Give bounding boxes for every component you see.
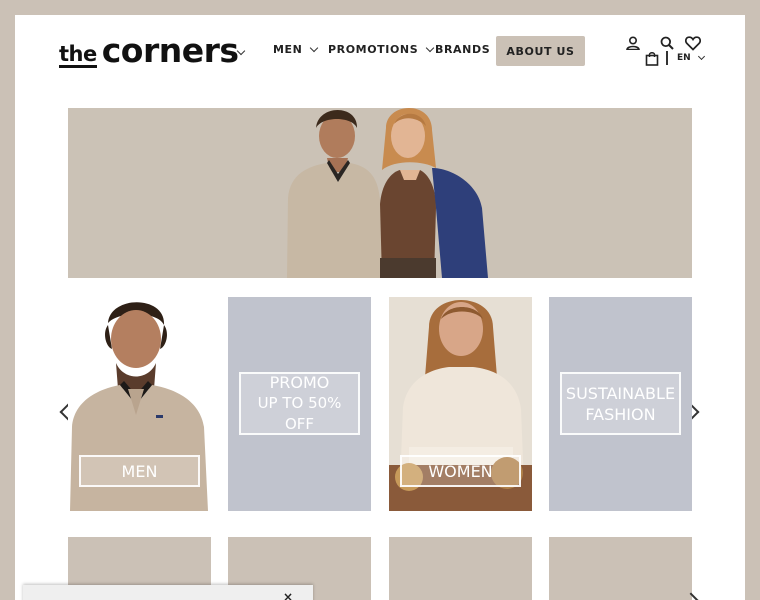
nav-brands[interactable]: BRANDS <box>435 43 490 56</box>
category-tile-women[interactable]: WOMEN <box>389 297 532 511</box>
site-logo[interactable]: the corners <box>59 31 239 71</box>
nav-men[interactable]: MEN <box>273 43 319 56</box>
category-label-sustainable: SUSTAINABLE FASHION <box>560 372 681 435</box>
category-tile-sustainable[interactable]: SUSTAINABLE FASHION <box>549 297 692 511</box>
category-label-women: WOMEN <box>400 455 521 487</box>
chevron-down-icon <box>310 43 319 52</box>
brand-tile[interactable] <box>549 537 692 600</box>
category-tile-men[interactable]: MEN <box>68 297 211 511</box>
about-us-label: ABOUT US <box>506 44 575 58</box>
chevron-down-icon <box>426 43 435 52</box>
category-tile-promo[interactable]: PROMO UP TO 50% OFF <box>228 297 371 511</box>
user-icon[interactable] <box>626 36 640 50</box>
logo-corners: corners <box>101 31 239 70</box>
shopping-bag-icon[interactable] <box>645 51 659 66</box>
category-label-men: MEN <box>79 455 200 487</box>
nav-promotions-label: PROMOTIONS <box>328 43 419 56</box>
search-icon[interactable] <box>660 36 674 50</box>
nav-promotions[interactable]: PROMOTIONS <box>328 43 435 56</box>
chevron-down-icon <box>697 52 705 60</box>
language-selector[interactable]: EN <box>677 52 705 63</box>
language-selected: EN <box>677 53 691 63</box>
brand-tile[interactable] <box>389 537 532 600</box>
logo-the: the <box>59 42 97 68</box>
page-container: the corners MEN PROMOTIONS BRANDS ABOUT … <box>15 15 745 600</box>
hero-banner[interactable] <box>68 108 692 278</box>
close-icon[interactable]: × <box>283 590 293 600</box>
nav-men-label: MEN <box>273 43 303 56</box>
category-label-promo: PROMO UP TO 50% OFF <box>239 372 360 435</box>
about-us-button[interactable]: ABOUT US <box>496 36 585 66</box>
heart-icon[interactable] <box>685 36 701 51</box>
cookie-banner <box>23 585 313 600</box>
nav-brands-label: BRANDS <box>435 43 491 56</box>
divider <box>666 51 668 65</box>
hero-couple-image <box>282 108 488 278</box>
